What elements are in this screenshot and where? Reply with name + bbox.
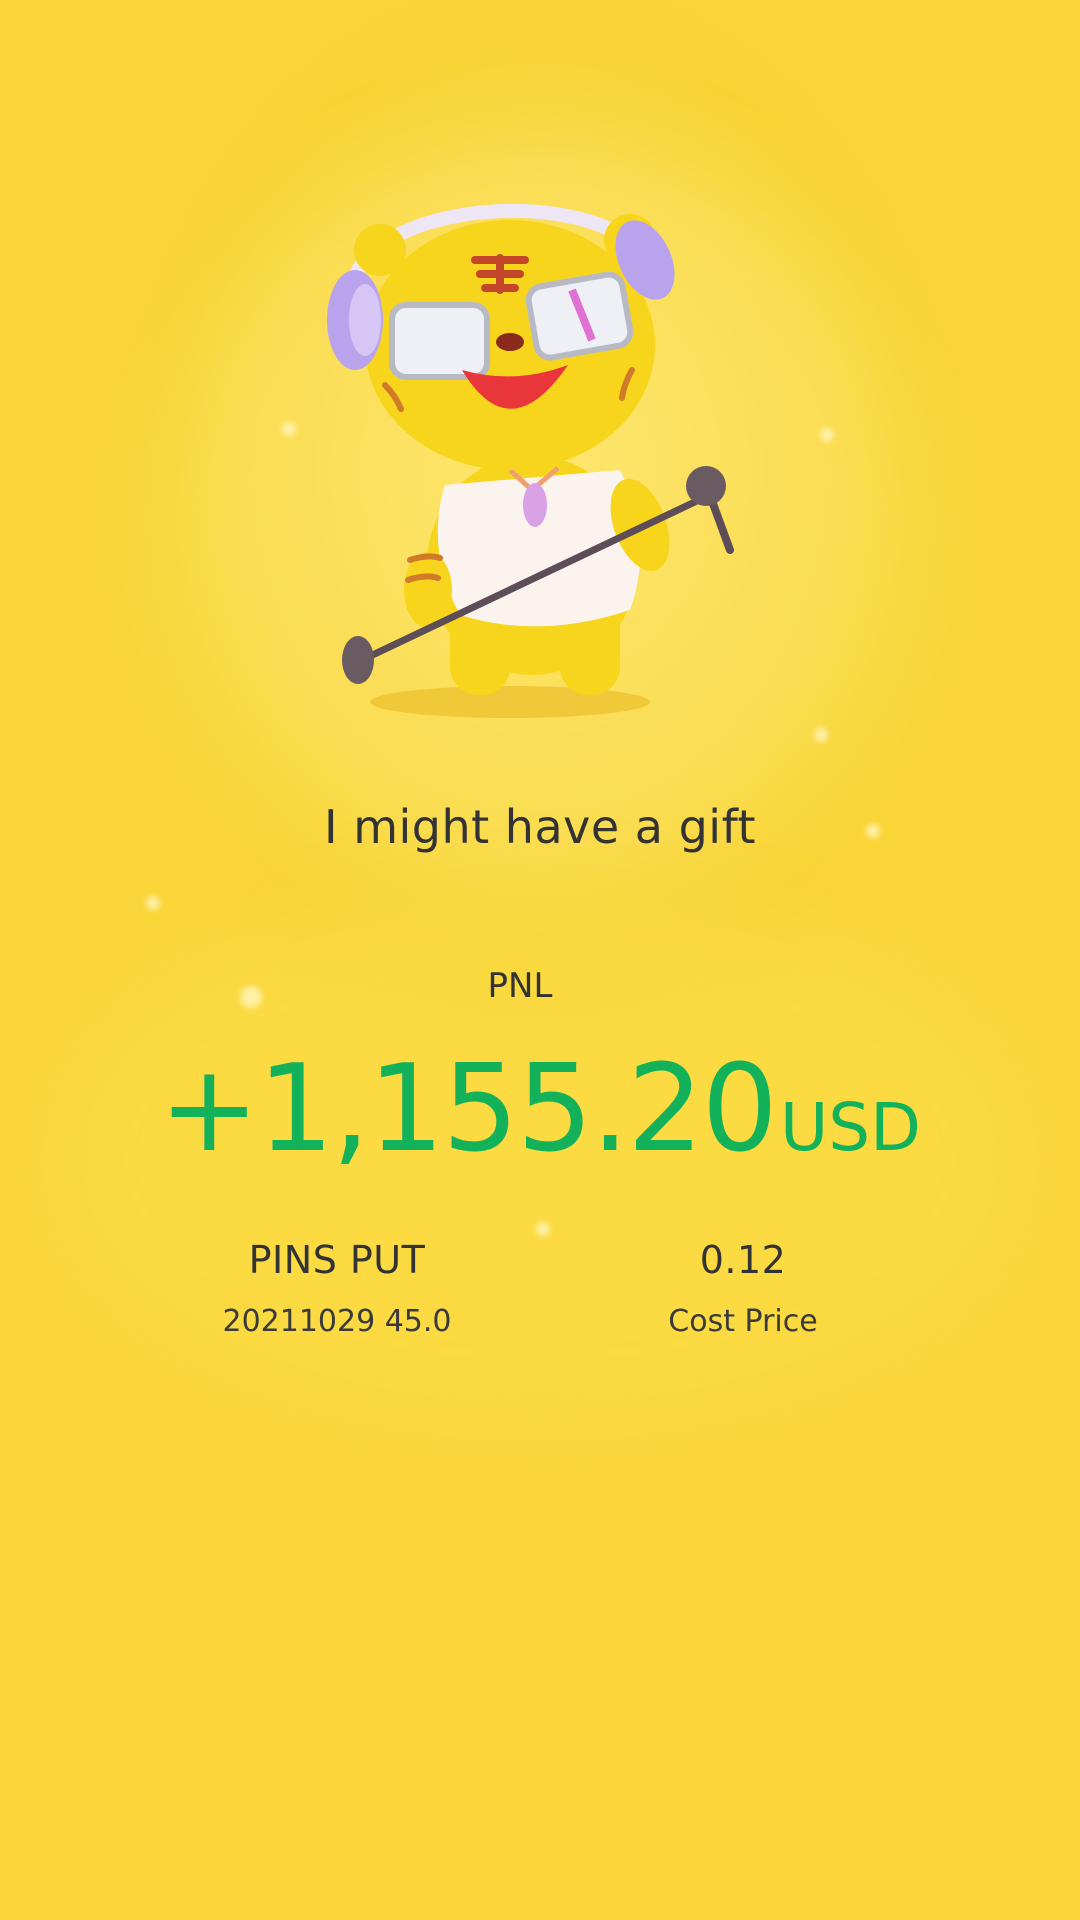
position-symbol: PINS PUT: [248, 1238, 426, 1282]
cost-value: 0.12: [699, 1238, 787, 1282]
sparkle: [146, 896, 160, 910]
pnl-currency: USD: [779, 1089, 921, 1166]
pnl-label: PNL: [487, 966, 553, 1006]
position-contract: 20211029 45.0: [222, 1304, 452, 1339]
sparkle: [814, 728, 828, 742]
sparkle: [820, 428, 834, 442]
gift-headline: I might have a gift: [324, 800, 756, 854]
pnl-amount: +1,155.20: [159, 1040, 778, 1179]
pnl-value: +1,155.20USD: [0, 1040, 1080, 1179]
cost-info: 0.12 Cost Price: [563, 1238, 923, 1339]
tiger-mascot-icon: [327, 203, 734, 718]
cost-label: Cost Price: [668, 1304, 818, 1339]
position-info: PINS PUT 20211029 45.0: [157, 1238, 517, 1339]
sparkle: [536, 1222, 550, 1236]
sparkle: [282, 422, 296, 436]
